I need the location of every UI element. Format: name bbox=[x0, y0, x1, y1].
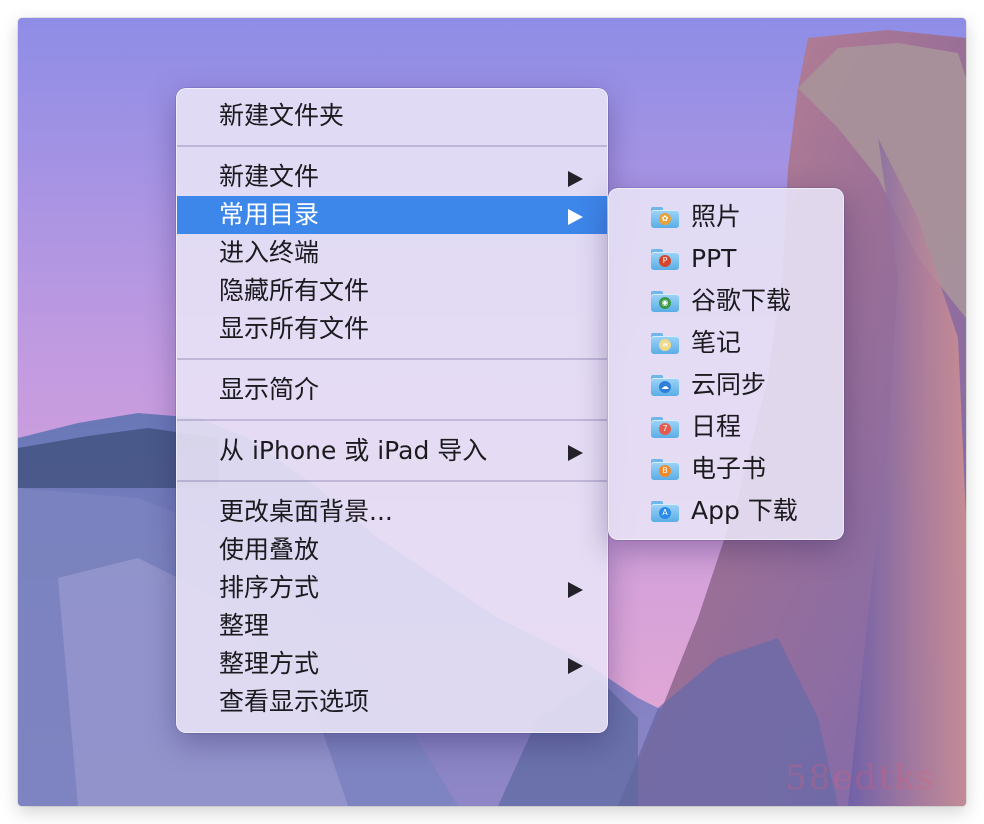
menu-item-label: 更改桌面背景... bbox=[219, 497, 393, 526]
submenu-arrow-icon bbox=[568, 582, 583, 598]
submenu-item-chrome-downloads[interactable]: ◉ 谷歌下载 bbox=[609, 280, 843, 322]
menu-item-label: 排序方式 bbox=[219, 573, 320, 602]
menu-item-sort-by[interactable]: 排序方式 bbox=[177, 569, 607, 607]
submenu-item-label: 电子书 bbox=[691, 454, 767, 483]
submenu-item-label: 日程 bbox=[691, 412, 742, 441]
submenu-item-ebooks[interactable]: B 电子书 bbox=[609, 448, 843, 490]
menu-item-label: 新建文件 bbox=[219, 162, 320, 191]
badge: B bbox=[659, 465, 671, 477]
common-directories-submenu: ✿ 照片 P PPT ◉ 谷歌下载 ≡ 笔记 ☁ 云同步 7 日程 B 电子书 … bbox=[608, 188, 844, 540]
menu-separator bbox=[177, 480, 607, 482]
menu-item-show-view-options[interactable]: 查看显示选项 bbox=[177, 683, 607, 721]
submenu-item-app-downloads[interactable]: A App 下载 bbox=[609, 490, 843, 532]
badge: 7 bbox=[659, 423, 671, 435]
appstore-folder-icon: A bbox=[651, 501, 679, 522]
menu-item-use-stacks[interactable]: 使用叠放 bbox=[177, 531, 607, 569]
menu-item-label: 整理方式 bbox=[219, 649, 320, 678]
badge: ◉ bbox=[659, 297, 671, 309]
menu-item-show-all-files[interactable]: 显示所有文件 bbox=[177, 310, 607, 348]
menu-item-label: 从 iPhone 或 iPad 导入 bbox=[219, 436, 488, 465]
menu-item-import-from-iphone[interactable]: 从 iPhone 或 iPad 导入 bbox=[177, 432, 607, 470]
chrome-folder-icon: ◉ bbox=[651, 291, 679, 312]
submenu-item-label: 谷歌下载 bbox=[691, 286, 792, 315]
menu-item-change-desktop-background[interactable]: 更改桌面背景... bbox=[177, 493, 607, 531]
badge: ✿ bbox=[659, 213, 671, 225]
submenu-item-notes[interactable]: ≡ 笔记 bbox=[609, 322, 843, 364]
submenu-item-photos[interactable]: ✿ 照片 bbox=[609, 196, 843, 238]
submenu-arrow-icon bbox=[568, 445, 583, 461]
photos-folder-icon: ✿ bbox=[651, 207, 679, 228]
menu-item-clean-up-by[interactable]: 整理方式 bbox=[177, 645, 607, 683]
submenu-item-label: 照片 bbox=[691, 202, 742, 231]
submenu-arrow-icon bbox=[568, 209, 583, 225]
menu-item-label: 进入终端 bbox=[219, 238, 320, 267]
badge: P bbox=[659, 255, 671, 267]
menu-item-label: 使用叠放 bbox=[219, 535, 320, 564]
menu-separator bbox=[177, 145, 607, 147]
submenu-arrow-icon bbox=[568, 171, 583, 187]
menu-item-get-info[interactable]: 显示简介 bbox=[177, 371, 607, 409]
menu-separator bbox=[177, 358, 607, 360]
menu-item-new-file[interactable]: 新建文件 bbox=[177, 158, 607, 196]
badge: ☁ bbox=[659, 381, 671, 393]
watermark-text: 58edtks bbox=[785, 758, 936, 798]
menu-item-clean-up[interactable]: 整理 bbox=[177, 607, 607, 645]
menu-item-label: 显示简介 bbox=[219, 375, 320, 404]
books-folder-icon: B bbox=[651, 459, 679, 480]
menu-item-new-folder[interactable]: 新建文件夹 bbox=[177, 97, 607, 135]
submenu-item-schedule[interactable]: 7 日程 bbox=[609, 406, 843, 448]
notes-folder-icon: ≡ bbox=[651, 333, 679, 354]
menu-item-common-directories[interactable]: 常用目录 bbox=[177, 196, 607, 234]
menu-item-label: 整理 bbox=[219, 611, 270, 640]
powerpoint-folder-icon: P bbox=[651, 249, 679, 270]
submenu-item-label: PPT bbox=[691, 244, 737, 273]
menu-separator bbox=[177, 419, 607, 421]
menu-item-label: 查看显示选项 bbox=[219, 687, 370, 716]
cloud-folder-icon: ☁ bbox=[651, 375, 679, 396]
menu-item-open-terminal[interactable]: 进入终端 bbox=[177, 234, 607, 272]
context-menu: 新建文件夹 新建文件 常用目录 进入终端 隐藏所有文件 显示所有文件 显示简介 … bbox=[176, 88, 608, 733]
badge: ≡ bbox=[659, 339, 671, 351]
menu-item-label: 常用目录 bbox=[219, 200, 320, 229]
calendar-folder-icon: 7 bbox=[651, 417, 679, 438]
menu-item-hide-all-files[interactable]: 隐藏所有文件 bbox=[177, 272, 607, 310]
submenu-item-label: 云同步 bbox=[691, 370, 767, 399]
desktop-screenshot: 新建文件夹 新建文件 常用目录 进入终端 隐藏所有文件 显示所有文件 显示简介 … bbox=[18, 18, 966, 806]
submenu-item-label: App 下载 bbox=[691, 496, 798, 525]
submenu-arrow-icon bbox=[568, 658, 583, 674]
menu-item-label: 新建文件夹 bbox=[219, 101, 345, 130]
submenu-item-label: 笔记 bbox=[691, 328, 742, 357]
submenu-item-ppt[interactable]: P PPT bbox=[609, 238, 843, 280]
menu-item-label: 隐藏所有文件 bbox=[219, 276, 370, 305]
badge: A bbox=[659, 507, 671, 519]
menu-item-label: 显示所有文件 bbox=[219, 314, 370, 343]
submenu-item-cloud-sync[interactable]: ☁ 云同步 bbox=[609, 364, 843, 406]
